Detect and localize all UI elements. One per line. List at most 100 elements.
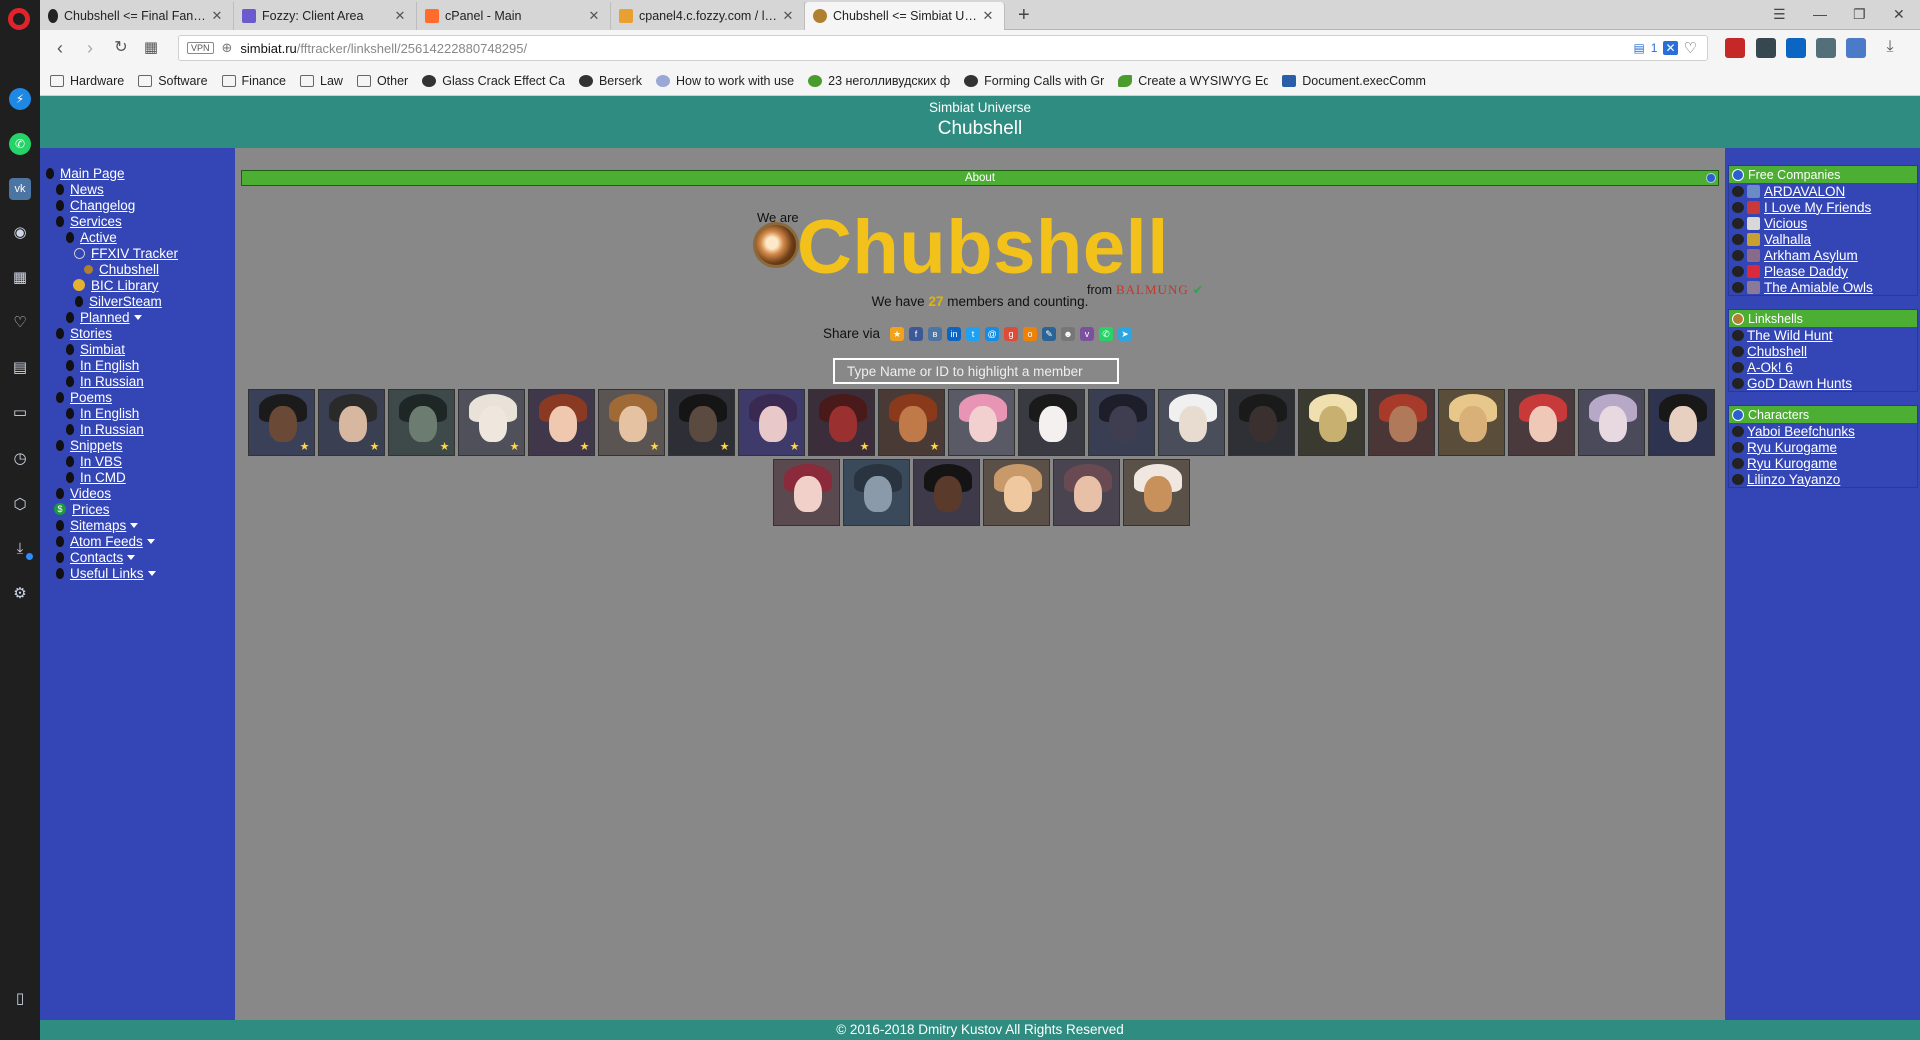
member-avatar[interactable] (1437, 389, 1505, 456)
sidebar-list-item[interactable]: Ryu Kurogame (1729, 455, 1917, 471)
bookmark-23-films[interactable]: 23 неголливудских ф (808, 74, 950, 88)
restore-button[interactable]: ❐ (1853, 6, 1866, 23)
bookmark-forming-calls[interactable]: Forming Calls with Gr (964, 74, 1104, 88)
tabs-icon[interactable]: ▭ (9, 402, 31, 424)
sidebar-link[interactable]: Yaboi Beefchunks (1747, 424, 1855, 439)
odnoklassniki-icon[interactable]: o (1023, 326, 1038, 341)
member-avatar[interactable]: ★ (247, 389, 315, 456)
member-avatar[interactable]: ★ (597, 389, 665, 456)
sidebar-link[interactable]: Please Daddy (1764, 264, 1848, 279)
livejournal-icon[interactable]: ✎ (1042, 326, 1057, 341)
close-icon[interactable]: ✕ (980, 8, 996, 24)
bookmark-folder-software[interactable]: Software (138, 74, 208, 88)
bookmark-wysiwyg[interactable]: Create a WYSIWYG Ed (1118, 74, 1268, 88)
member-avatar[interactable] (1507, 389, 1575, 456)
downloads-icon[interactable]: ⤓ (9, 538, 33, 560)
member-avatar[interactable] (772, 459, 840, 526)
bookmark-folder-hardware[interactable]: Hardware (50, 74, 124, 88)
nav-link[interactable]: SilverSteam (89, 294, 162, 309)
nav-link[interactable]: Videos (70, 486, 111, 501)
nav-link[interactable]: Snippets (70, 438, 123, 453)
facebook-icon[interactable]: f (909, 326, 924, 341)
close-icon[interactable]: ✕ (209, 8, 225, 24)
bookmark-glass-crack[interactable]: Glass Crack Effect Ca (422, 74, 565, 88)
sidebar-link[interactable]: Arkham Asylum (1764, 248, 1858, 263)
bookmark-berserk[interactable]: Berserk (578, 74, 642, 88)
nav-link[interactable]: Simbiat (80, 342, 125, 357)
translate-icon[interactable]: ▤ (1633, 41, 1644, 55)
sidebar-link[interactable]: The Wild Hunt (1747, 328, 1833, 343)
vk-icon[interactable]: в (928, 326, 943, 341)
member-avatar[interactable] (1017, 389, 1085, 456)
member-avatar[interactable]: ★ (737, 389, 805, 456)
bookmark-folder-finance[interactable]: Finance (221, 74, 286, 88)
member-avatar[interactable]: ★ (317, 389, 385, 456)
adblock-icon[interactable]: ✕ (1663, 41, 1678, 55)
sidebar-list-item[interactable]: Lilinzo Yayanzo (1729, 471, 1917, 487)
sidebar-link[interactable]: I Love My Friends (1764, 200, 1871, 215)
member-avatar[interactable] (1157, 389, 1225, 456)
bookmark-document-exec[interactable]: Document.execComm (1282, 74, 1426, 88)
sidebar-link[interactable]: GoD Dawn Hunts (1747, 376, 1852, 391)
linkshells-heading[interactable]: Linkshells (1729, 310, 1917, 327)
sidebar-link[interactable]: The Amiable Owls (1764, 280, 1873, 295)
sidebar-toggle-icon[interactable]: ▯ (9, 988, 31, 1010)
nav-link[interactable]: In English (80, 358, 139, 373)
nav-link[interactable]: In Russian (80, 374, 144, 389)
sidebar-list-item[interactable]: ARDAVALON (1729, 183, 1917, 199)
chevron-down-icon[interactable] (147, 570, 156, 576)
extension-mail-icon[interactable] (1725, 38, 1745, 58)
sidebar-list-item[interactable]: Arkham Asylum (1729, 247, 1917, 263)
sidebar-list-item[interactable]: The Amiable Owls (1729, 279, 1917, 295)
minimize-button[interactable]: — (1813, 6, 1827, 22)
member-avatar[interactable]: ★ (667, 389, 735, 456)
viber-icon[interactable]: v (1080, 326, 1095, 341)
nav-link[interactable]: Useful Links (70, 566, 144, 581)
sidebar-list-item[interactable]: Ryu Kurogame (1729, 439, 1917, 455)
about-section-toggle[interactable]: About (241, 170, 1719, 186)
sidebar-list-item[interactable]: A-Ok! 6 (1729, 359, 1917, 375)
sidebar-link[interactable]: ARDAVALON (1764, 184, 1845, 199)
member-search-input[interactable] (833, 358, 1119, 384)
nav-link[interactable]: In CMD (80, 470, 126, 485)
close-icon[interactable]: ✕ (586, 8, 602, 24)
tab-chubshell-simbiat[interactable]: Chubshell <= Simbiat Universe ✕ (805, 2, 1005, 30)
member-avatar[interactable]: ★ (877, 389, 945, 456)
free-companies-heading[interactable]: Free Companies (1729, 166, 1917, 183)
sidebar-list-item[interactable]: Valhalla (1729, 231, 1917, 247)
close-icon[interactable]: ✕ (392, 8, 408, 24)
close-window-button[interactable]: ✕ (1893, 6, 1905, 23)
nav-link[interactable]: In VBS (80, 454, 122, 469)
nav-link[interactable]: News (70, 182, 104, 197)
sidebar-link[interactable]: Chubshell (1747, 344, 1807, 359)
speed-dial-button[interactable]: ▦ (140, 38, 162, 58)
telegram-icon[interactable]: ➤ (1118, 326, 1133, 341)
extension-windows-icon[interactable] (1846, 38, 1866, 58)
camera-icon[interactable]: ◉ (9, 222, 31, 244)
sidebar-list-item[interactable]: Yaboi Beefchunks (1729, 423, 1917, 439)
history-icon[interactable]: ◷ (9, 448, 31, 470)
nav-link[interactable]: Main Page (60, 166, 125, 181)
member-avatar[interactable]: ★ (807, 389, 875, 456)
whatsapp-icon[interactable]: ✆ (1099, 326, 1114, 341)
back-button[interactable]: ‹ (49, 38, 71, 58)
vpn-badge[interactable]: VPN (187, 42, 214, 54)
sidebar-list-item[interactable]: GoD Dawn Hunts (1729, 375, 1917, 391)
chevron-down-icon[interactable] (130, 522, 139, 528)
sidebar-link[interactable]: A-Ok! 6 (1747, 360, 1793, 375)
sidebar-list-item[interactable]: The Wild Hunt (1729, 327, 1917, 343)
nav-link[interactable]: Active (80, 230, 117, 245)
member-avatar[interactable] (1297, 389, 1365, 456)
nav-link[interactable]: BIC Library (91, 278, 159, 293)
moimir-icon[interactable]: @ (985, 326, 1000, 341)
sidebar-link[interactable]: Valhalla (1764, 232, 1811, 247)
linkedin-extension-icon[interactable] (1786, 38, 1806, 58)
chevron-down-icon[interactable] (146, 538, 155, 544)
downloads-icon[interactable]: ⤓ (1880, 38, 1900, 58)
googleplus-icon[interactable]: g (1004, 326, 1019, 341)
bookmark-how-to-work[interactable]: How to work with use (656, 74, 794, 88)
sidebar-list-item[interactable]: Chubshell (1729, 343, 1917, 359)
extension-tool-icon[interactable] (1816, 38, 1836, 58)
vk-icon[interactable]: vk (9, 178, 31, 200)
sidebar-link[interactable]: Lilinzo Yayanzo (1747, 472, 1840, 487)
